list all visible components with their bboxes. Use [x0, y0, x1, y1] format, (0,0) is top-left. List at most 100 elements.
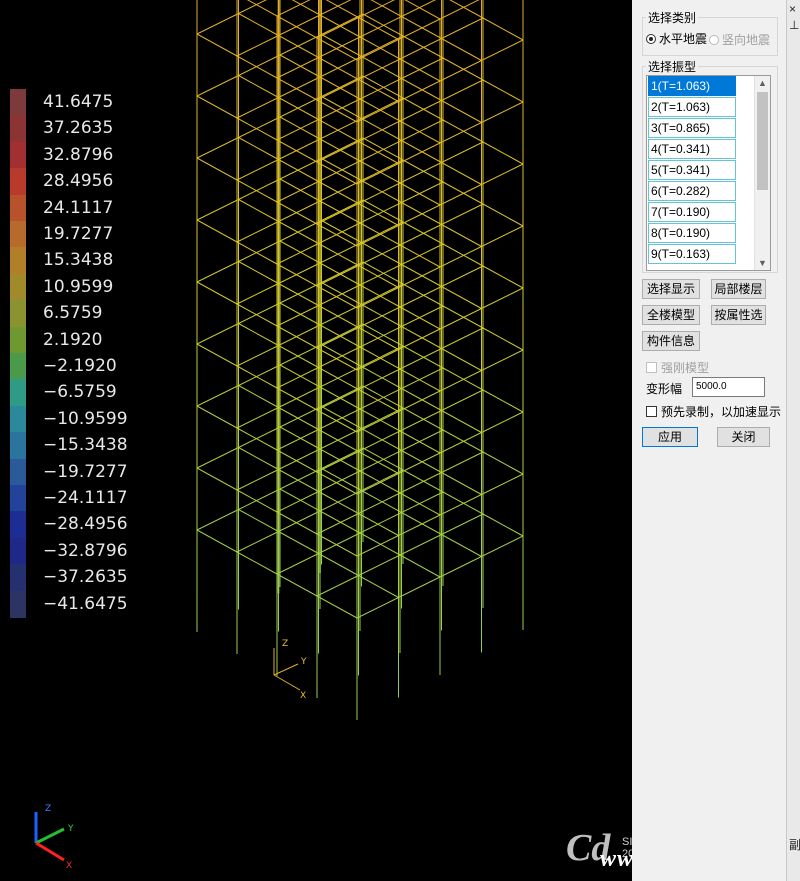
- beam: [481, 535, 524, 557]
- mode-item[interactable]: 4(T=0.341): [648, 139, 736, 159]
- beam: [316, 451, 359, 473]
- apply-button[interactable]: 应用: [642, 427, 698, 447]
- mode-item[interactable]: 6(T=0.282): [648, 181, 736, 201]
- beam: [401, 367, 444, 389]
- panel-tab-label[interactable]: 副: [789, 836, 800, 853]
- beam: [401, 243, 444, 265]
- beam: [358, 306, 401, 328]
- beam: [481, 411, 524, 433]
- beam: [276, 243, 319, 265]
- structure-wireframe: Z Y X Z Y X: [34, 0, 524, 871]
- scroll-thumb[interactable]: [757, 92, 768, 190]
- beam: [238, 509, 279, 532]
- beam: [238, 178, 281, 200]
- mode-item[interactable]: 8(T=0.190): [648, 223, 736, 243]
- beam: [358, 430, 401, 452]
- full-model-button[interactable]: 全楼模型: [642, 305, 700, 325]
- pin-icon[interactable]: ⊥: [789, 18, 799, 32]
- beam: [401, 429, 444, 451]
- prerecord-checkbox[interactable]: 预先录制，以加速显示: [646, 403, 781, 420]
- beam: [238, 13, 279, 36]
- beam: [196, 343, 238, 367]
- beam: [196, 33, 238, 57]
- beam: [359, 388, 402, 410]
- mode-item[interactable]: 7(T=0.190): [648, 202, 736, 222]
- global-axis-y-label: Y: [67, 824, 74, 834]
- beam: [441, 203, 484, 225]
- beam: [238, 261, 279, 284]
- checkbox-box-icon: [646, 362, 657, 373]
- local-floor-button[interactable]: 局部楼层: [711, 279, 766, 299]
- beam: [196, 95, 238, 119]
- mode-list-scrollbar[interactable]: ▲ ▼: [754, 76, 770, 270]
- radio-horizontal-quake[interactable]: 水平地震: [646, 30, 707, 47]
- close-icon[interactable]: ×: [789, 2, 796, 16]
- scroll-down-icon[interactable]: ▼: [755, 256, 770, 270]
- mode-item[interactable]: 2(T=1.063): [648, 97, 736, 117]
- beam: [318, 36, 361, 58]
- beam: [276, 553, 319, 575]
- close-button[interactable]: 关闭: [717, 427, 770, 447]
- beam: [238, 385, 279, 408]
- mode-item[interactable]: 9(T=0.163): [648, 244, 736, 264]
- beam: [358, 58, 401, 80]
- beam: [236, 159, 279, 181]
- mode-item[interactable]: 5(T=0.341): [648, 160, 736, 180]
- beam: [318, 532, 361, 554]
- model-viewport[interactable]: 41.6475 37.2635 32.8796 28.4956 24.1117 19.72…: [0, 0, 632, 881]
- beam: [482, 327, 524, 351]
- beam: [276, 181, 319, 203]
- beam: [441, 348, 482, 371]
- deform-scale-input[interactable]: 5000.0: [692, 377, 765, 397]
- beam: [481, 163, 524, 185]
- beam: [238, 54, 281, 76]
- local-axis-x-label: X: [300, 691, 306, 701]
- beam: [358, 120, 401, 142]
- beam: [325, 0, 359, 18]
- member-info-button[interactable]: 构件信息: [642, 331, 700, 351]
- beam: [356, 597, 399, 619]
- beam: [482, 79, 524, 103]
- deform-scale-label: 变形幅: [646, 382, 683, 396]
- beam: [441, 286, 482, 309]
- beam: [441, 162, 482, 185]
- radio-vertical-label: 竖向地震: [722, 33, 771, 47]
- beam: [316, 327, 359, 349]
- beam: [278, 76, 321, 98]
- beam: [238, 75, 279, 98]
- beam: [278, 531, 319, 554]
- beam: [316, 513, 359, 535]
- mode-item[interactable]: 1(T=1.063): [648, 76, 736, 96]
- scroll-up-icon[interactable]: ▲: [755, 76, 770, 90]
- beam: [441, 327, 484, 349]
- beam: [482, 265, 524, 289]
- select-display-button[interactable]: 选择显示: [642, 279, 700, 299]
- beam: [370, 0, 402, 17]
- beam: [316, 79, 359, 101]
- beam: [399, 162, 442, 184]
- beam: [358, 182, 401, 204]
- radio-dot-icon: [709, 34, 719, 45]
- rigid-model-checkbox[interactable]: 强刚模型: [646, 359, 709, 376]
- radio-vertical-quake[interactable]: 竖向地震: [709, 31, 770, 48]
- beam: [236, 469, 279, 491]
- beam: [238, 199, 279, 222]
- mode-item[interactable]: 3(T=0.865): [648, 118, 736, 138]
- beam: [358, 0, 396, 18]
- beam: [398, 390, 441, 412]
- panel-edge-strip: × ⊥ 副: [786, 0, 800, 881]
- beam: [449, 0, 484, 19]
- beam: [404, 0, 441, 20]
- beam: [399, 534, 442, 556]
- radio-horizontal-label: 水平地震: [659, 32, 708, 46]
- by-attribute-button[interactable]: 按属性选: [711, 305, 766, 325]
- beam: [276, 305, 319, 327]
- beam: [482, 203, 524, 227]
- beam: [359, 512, 402, 534]
- beam: [441, 141, 484, 163]
- beam: [441, 17, 484, 39]
- mode-list[interactable]: 1(T=1.063) 2(T=1.063) 3(T=0.865) 4(T=0.341)…: [646, 75, 771, 271]
- category-title: 选择类别: [646, 9, 699, 26]
- beam: [401, 181, 444, 203]
- beam: [439, 308, 482, 330]
